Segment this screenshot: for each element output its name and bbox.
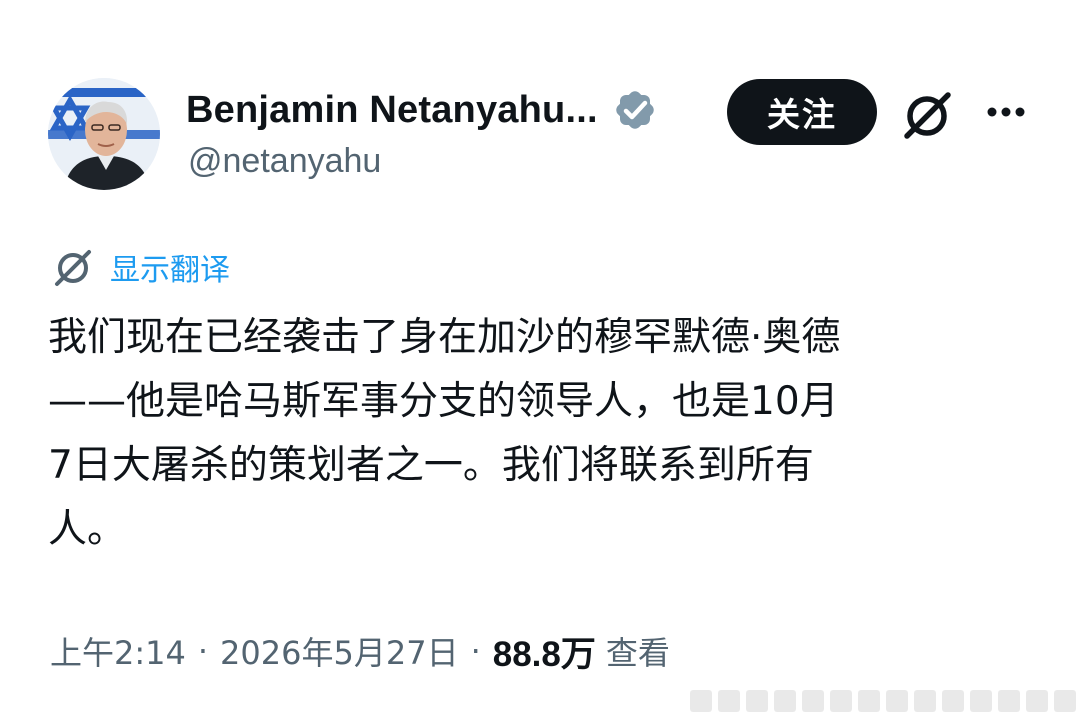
tweet-line: 人。 bbox=[48, 507, 127, 552]
show-translation-button[interactable]: 显示翻译 bbox=[50, 244, 230, 290]
tweet-meta: 上午2:14 · 2026年5月27日 · 88.8万 查看 bbox=[50, 624, 670, 678]
show-translation-label: 显示翻译 bbox=[110, 253, 230, 288]
meta-separator: · bbox=[197, 632, 209, 670]
avatar[interactable] bbox=[48, 78, 160, 190]
tweet-date[interactable]: 2026年5月27日 bbox=[220, 628, 459, 674]
verified-badge-icon[interactable] bbox=[612, 87, 658, 133]
grok-icon[interactable] bbox=[898, 86, 956, 144]
views-count[interactable]: 88.8万 bbox=[493, 626, 596, 677]
name-row: Benjamin Netanyahu... bbox=[186, 82, 658, 138]
tweet-text: 我们现在已经袭击了身在加沙的穆罕默德·奥德 ——他是哈马斯军事分支的领导人，也是… bbox=[48, 306, 1038, 562]
user-handle[interactable]: @netanyahu bbox=[188, 142, 381, 181]
tweet-line: 7日大屠杀的策划者之一。我们将联系到所有 bbox=[48, 443, 814, 488]
avatar-image bbox=[48, 78, 160, 190]
more-icon[interactable] bbox=[982, 100, 1030, 124]
grok-icon bbox=[55, 250, 91, 286]
tweet-line: ——他是哈马斯军事分支的领导人，也是10月 bbox=[48, 379, 839, 424]
display-name[interactable]: Benjamin Netanyahu... bbox=[186, 89, 598, 132]
views-label: 查看 bbox=[605, 634, 670, 672]
meta-separator: · bbox=[470, 632, 481, 670]
tweet-line: 我们现在已经袭击了身在加沙的穆罕默德·奥德 bbox=[48, 315, 841, 360]
tweet-time[interactable]: 上午2:14 bbox=[50, 628, 186, 674]
follow-button[interactable]: 关注 bbox=[727, 79, 877, 145]
watermark bbox=[690, 688, 1080, 714]
